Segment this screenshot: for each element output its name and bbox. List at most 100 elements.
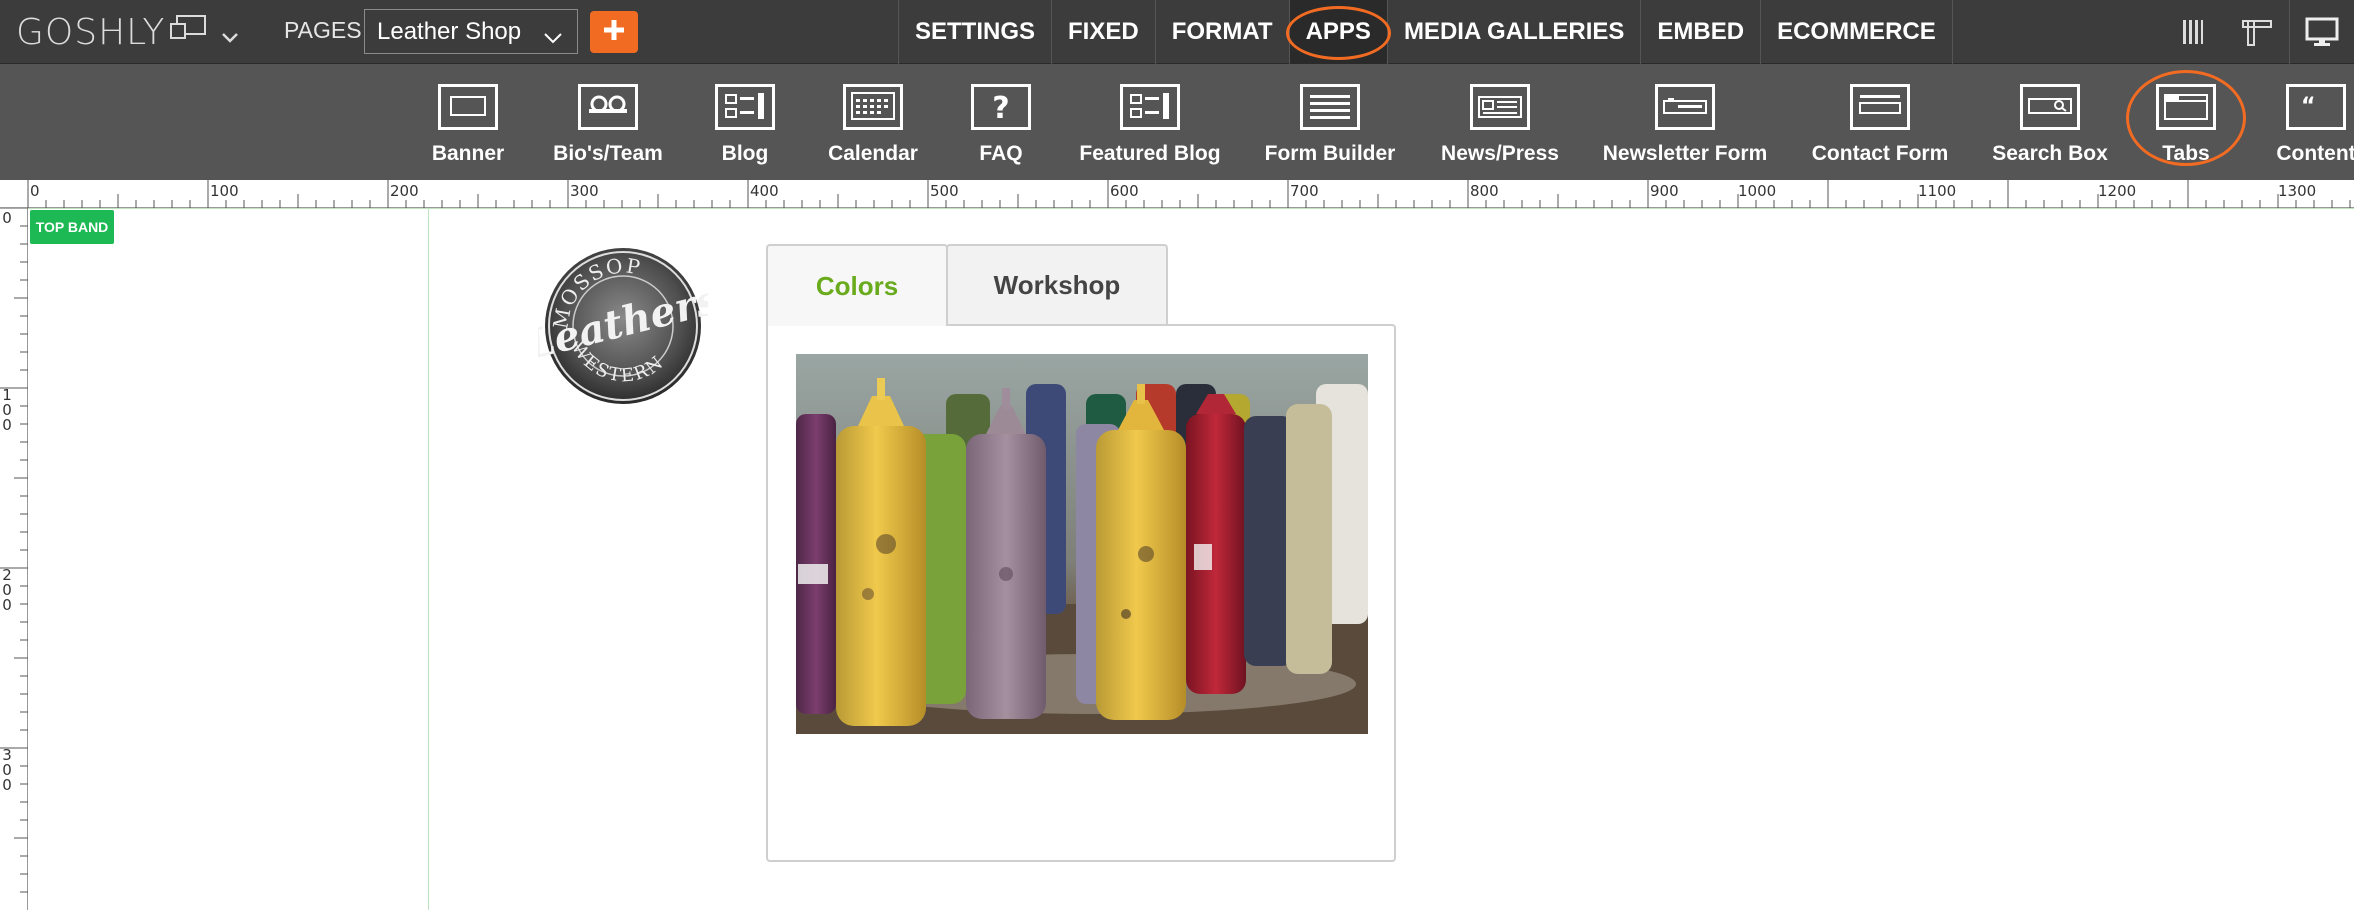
app-label: Bio's/Team [553, 142, 663, 165]
paint-bottles-image[interactable] [796, 354, 1368, 734]
tabs-highlight-ring [2126, 70, 2246, 166]
menu-media-galleries[interactable]: MEDIA GALLERIES [1388, 0, 1642, 64]
menu-fixed[interactable]: FIXED [1052, 0, 1156, 64]
content-icon: “ [2286, 84, 2346, 130]
app-label: Contact Form [1811, 142, 1949, 165]
app-newsletter-form[interactable]: Newsletter Form [1600, 64, 1770, 180]
ruler-label: 900 [1650, 182, 1679, 200]
ruler-label: 100 [210, 182, 239, 200]
ruler-label: 1300 [2278, 182, 2317, 200]
app-label: Featured Blog [1079, 142, 1221, 165]
app-label: FAQ [979, 142, 1023, 165]
newsletter-icon [1655, 84, 1715, 130]
ruler-label: 700 [1290, 182, 1319, 200]
menu-label: FIXED [1068, 18, 1139, 45]
calendar-icon [843, 84, 903, 130]
page-select[interactable]: Leather Shop [364, 9, 578, 54]
form-builder-icon [1300, 84, 1360, 130]
contact-form-icon [1850, 84, 1910, 130]
chevron-down-icon [543, 25, 563, 53]
app-bios-team[interactable]: Bio's/Team [548, 64, 668, 180]
menu-settings[interactable]: SETTINGS [899, 0, 1053, 64]
ruler-label: 800 [1470, 182, 1499, 200]
ruler-label: 1200 [2098, 182, 2137, 200]
tabs-widget: Colors Workshop [766, 244, 1396, 862]
svg-text:?: ? [992, 91, 1009, 126]
app-label: News/Press [1441, 142, 1559, 165]
news-icon [1470, 84, 1530, 130]
ruler-label: 300 [570, 182, 599, 200]
app-faq[interactable]: ? FAQ [961, 64, 1041, 180]
app-label: Calendar [828, 142, 918, 165]
grid-columns-icon[interactable] [2161, 0, 2225, 64]
top-band-tag[interactable]: TOP BAND [30, 210, 114, 244]
app-label: Newsletter Form [1602, 142, 1768, 165]
add-page-button[interactable] [590, 11, 638, 53]
app-search-box[interactable]: Search Box [1990, 64, 2110, 180]
app-banner[interactable]: Banner [428, 64, 508, 180]
app-label: Blog [721, 142, 769, 165]
featured-blog-icon [1120, 84, 1180, 130]
menu-apps[interactable]: APPS [1285, 0, 1391, 64]
horizontal-ruler: 0 100 200 300 400 500 600 700 800 900 10… [0, 180, 2354, 208]
menu-label: ECOMMERCE [1777, 18, 1936, 45]
ruler-label: 200 [390, 182, 419, 200]
ruler-label: 1100 [1918, 182, 1957, 200]
blog-icon [715, 84, 775, 130]
page-select-value: Leather Shop [377, 17, 522, 45]
menu-label: SETTINGS [915, 18, 1036, 45]
top-navigation-bar: GOSHLY PAGES Leather Shop SETTINGS FIXED… [0, 0, 2354, 64]
chat-bubbles-icon [169, 12, 207, 53]
main-menu: SETTINGS FIXED FORMAT APPS MEDIA GALLERI… [898, 0, 1953, 64]
menu-ecommerce[interactable]: ECOMMERCE [1761, 0, 1953, 64]
ruler-label: 0 [30, 182, 40, 200]
menu-embed[interactable]: EMBED [1641, 0, 1762, 64]
column-guide [428, 208, 429, 910]
plus-icon [603, 19, 625, 46]
menu-label: FORMAT [1171, 18, 1273, 45]
vertical-ruler: 0 100 200 300 [0, 208, 28, 910]
app-label: Content [2276, 142, 2354, 165]
highlight-ring [1285, 6, 1391, 60]
app-label: Search Box [1992, 142, 2108, 165]
ruler-label: 0 [2, 209, 12, 227]
view-tools [2161, 0, 2354, 64]
tab-panel [766, 324, 1396, 862]
tab-label: Colors [815, 270, 899, 301]
ruler-icon[interactable] [2225, 0, 2289, 64]
app-contact-form[interactable]: Contact Form [1810, 64, 1950, 180]
goshly-logo[interactable]: GOSHLY [16, 10, 239, 54]
app-content[interactable]: “ Content [2266, 64, 2354, 180]
menu-label: MEDIA GALLERIES [1403, 18, 1625, 45]
app-label: Form Builder [1264, 142, 1396, 165]
band-top-guide [28, 208, 2354, 209]
app-calendar[interactable]: Calendar [823, 64, 923, 180]
ruler-label: 600 [1110, 182, 1139, 200]
logo-text: GOSHLY [16, 11, 166, 53]
app-featured-blog[interactable]: Featured Blog [1079, 64, 1221, 180]
desktop-view-icon[interactable] [2289, 0, 2354, 64]
team-icon [578, 84, 638, 130]
menu-label: EMBED [1657, 18, 1745, 45]
ruler-label: 100 [2, 386, 12, 434]
svg-text:“: “ [2301, 94, 2315, 119]
ruler-label: 1000 [1738, 182, 1777, 200]
pages-label: PAGES [284, 17, 362, 43]
ruler-label: 300 [2, 746, 12, 794]
tab-colors[interactable]: Colors [766, 244, 948, 326]
app-blog[interactable]: Blog [705, 64, 785, 180]
app-label: Banner [431, 142, 505, 165]
search-box-icon [2020, 84, 2080, 130]
mossop-leathers-logo[interactable]: MOSSOP Leathers WESTERN [520, 244, 723, 408]
app-news-press[interactable]: News/Press [1435, 64, 1565, 180]
ruler-label: 500 [930, 182, 959, 200]
apps-toolbar: Banner Bio's/Team Blog Calendar ? FAQ Fe… [0, 64, 2354, 180]
ruler-label: 400 [750, 182, 779, 200]
faq-icon: ? [971, 84, 1031, 130]
tab-workshop[interactable]: Workshop [946, 244, 1168, 324]
app-form-builder[interactable]: Form Builder [1260, 64, 1400, 180]
chevron-down-icon[interactable] [221, 12, 239, 53]
tab-label: Workshop [993, 269, 1121, 300]
menu-format[interactable]: FORMAT [1156, 0, 1290, 64]
banner-icon [438, 84, 498, 130]
